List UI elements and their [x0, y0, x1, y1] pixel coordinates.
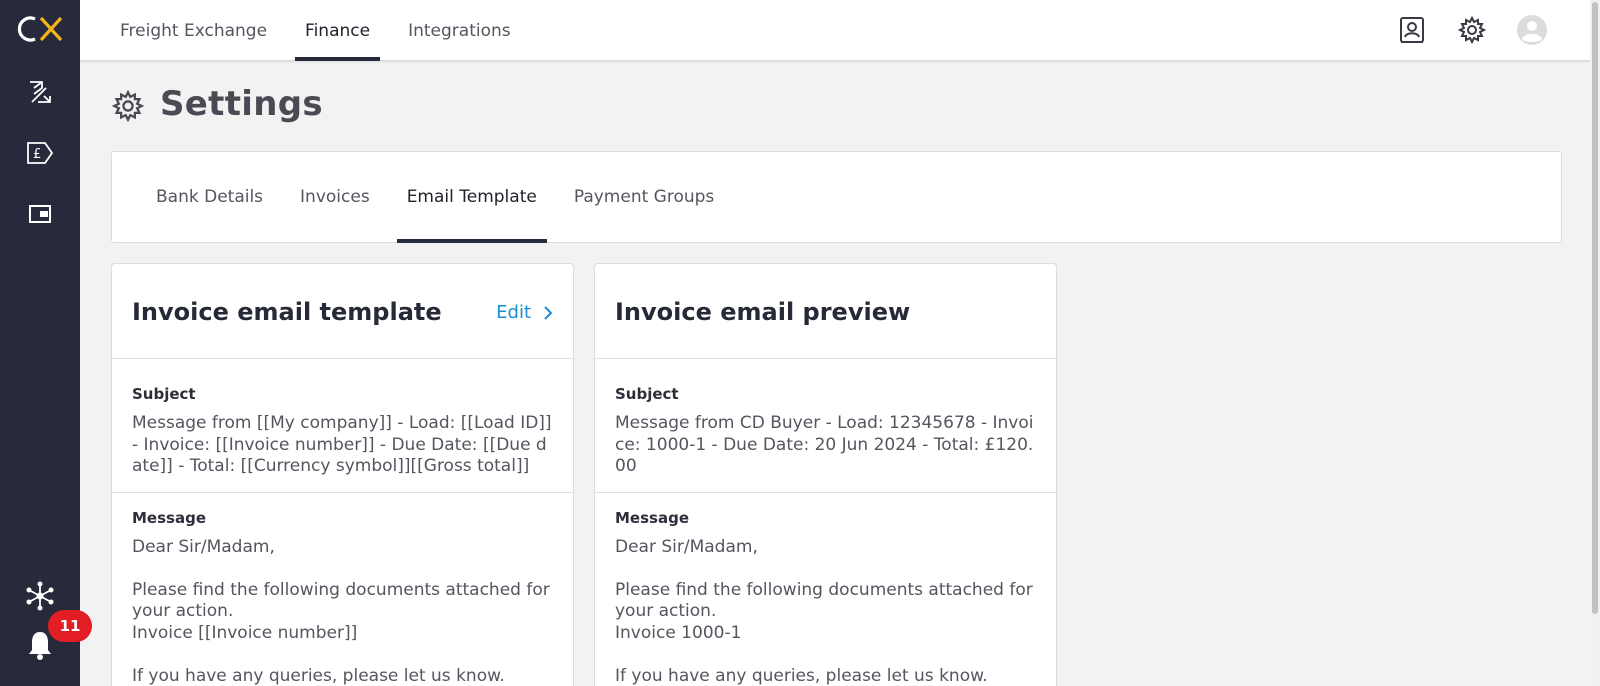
rail-wallet-button[interactable]	[20, 194, 60, 234]
invoice-email-preview-card: Invoice email preview Subject Message fr…	[594, 263, 1057, 686]
settings-button[interactable]	[1454, 12, 1490, 48]
settings-title-icon-wrap	[111, 89, 145, 123]
invoice-email-template-card: Invoice email template Edit Subject Mess…	[111, 263, 574, 686]
cx-logo-icon	[17, 16, 63, 42]
pound-tag-icon: £	[27, 142, 54, 164]
page-title: Settings	[160, 84, 323, 124]
side-rail: £ 11	[0, 0, 92, 686]
subject-label: Subject	[132, 385, 196, 403]
cx-logo[interactable]	[0, 10, 80, 48]
gear-icon	[111, 89, 145, 123]
rail-network-button[interactable]	[20, 576, 60, 616]
card-header: Invoice email template Edit	[112, 264, 573, 359]
gear-icon	[1458, 16, 1486, 44]
top-nav: Freight Exchange Finance Integrations	[110, 0, 539, 61]
message-section: Message Dear Sir/Madam, Please find the …	[595, 493, 1056, 686]
message-label: Message	[615, 508, 689, 527]
subject-section: Subject Message from [[My company]] - Lo…	[112, 359, 573, 493]
card-title: Invoice email template	[132, 298, 442, 326]
tab-invoices[interactable]: Invoices	[290, 152, 380, 242]
contact-book-icon	[1400, 17, 1424, 43]
chevron-right-icon	[544, 305, 553, 320]
svg-text:£: £	[33, 147, 41, 162]
wallet-icon	[29, 205, 51, 223]
tab-payment-groups[interactable]: Payment Groups	[564, 152, 724, 242]
exchange-arrows-icon	[30, 81, 51, 103]
edit-label: Edit	[496, 302, 531, 323]
tab-email-template[interactable]: Email Template	[396, 152, 547, 243]
message-section: Message Dear Sir/Madam, Please find the …	[112, 493, 573, 686]
topnav-freight-exchange[interactable]: Freight Exchange	[110, 0, 277, 61]
settings-tabs: Bank Details Invoices Email Template Pay…	[146, 152, 741, 243]
rail-exchange-button[interactable]	[20, 72, 60, 112]
message-value: Dear Sir/Madam, Please find the followin…	[132, 536, 550, 686]
rail-finance-button[interactable]: £	[20, 133, 60, 173]
avatar-icon	[1517, 15, 1547, 45]
subject-label: Subject	[615, 385, 679, 403]
user-avatar-button[interactable]	[1514, 12, 1550, 48]
subject-value: Message from CD Buyer - Load: 12345678 -…	[615, 413, 1034, 476]
subject-value: Message from [[My company]] - Load: [[Lo…	[132, 413, 552, 476]
notifications-badge: 11	[48, 610, 92, 642]
settings-tabs-card: Bank Details Invoices Email Template Pay…	[111, 151, 1562, 243]
topnav-finance[interactable]: Finance	[295, 0, 381, 61]
page-scrollbar[interactable]	[1590, 0, 1600, 686]
message-value: Dear Sir/Madam, Please find the followin…	[615, 536, 1033, 686]
tab-bank-details[interactable]: Bank Details	[146, 152, 273, 242]
top-bar: Freight Exchange Finance Integrations	[80, 0, 1600, 61]
edit-template-button[interactable]: Edit	[496, 302, 553, 323]
scrollbar-thumb[interactable]	[1592, 2, 1598, 614]
message-label: Message	[132, 508, 206, 527]
contacts-button[interactable]	[1394, 12, 1430, 48]
topnav-integrations[interactable]: Integrations	[398, 0, 521, 61]
card-title: Invoice email preview	[615, 298, 911, 326]
card-header: Invoice email preview	[595, 264, 1056, 359]
network-hub-icon	[26, 581, 54, 611]
subject-section: Subject Message from CD Buyer - Load: 12…	[595, 359, 1056, 493]
